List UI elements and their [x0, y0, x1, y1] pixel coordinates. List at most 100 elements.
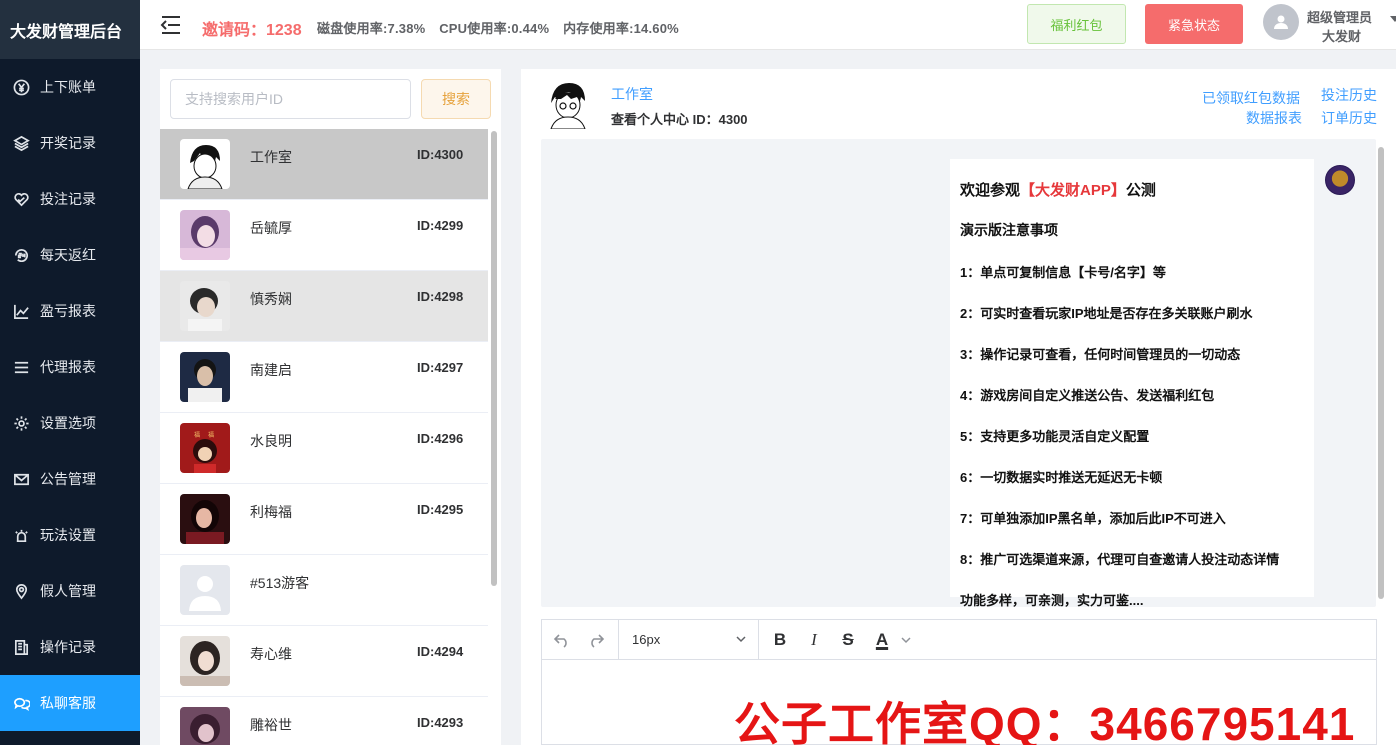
- sidebar-menu: 上下账单开奖记录投注记录每天返红 盈亏报表 代理报表 设置选项 公告管理 玩法设置假人管理…: [0, 59, 140, 731]
- sidebar-item-label: 开奖记录: [40, 135, 96, 151]
- user-row-id: ID:4295: [417, 502, 464, 517]
- line-chart-icon: [12, 302, 30, 320]
- emergency-status-button[interactable]: 紧急状态: [1145, 4, 1243, 44]
- user-row[interactable]: 岳毓厚 ID:4299: [160, 200, 488, 271]
- alarm-icon: [12, 526, 30, 544]
- user-avatar[interactable]: [1263, 4, 1299, 40]
- chevron-down-icon[interactable]: [735, 632, 747, 644]
- sidebar-item-label: 假人管理: [40, 583, 96, 599]
- user-row-id: ID:4296: [417, 431, 464, 446]
- brand-title: 大发财管理后台: [0, 0, 140, 59]
- user-row-name: 利梅福: [250, 504, 292, 520]
- user-icon: [1274, 15, 1288, 29]
- sidebar-item-4[interactable]: 盈亏报表: [0, 283, 140, 339]
- sidebar-item-8[interactable]: 玩法设置: [0, 507, 140, 563]
- message-line: 5：支持更多功能灵活自定义配置: [960, 429, 1150, 444]
- sidebar-item-label: 投注记录: [40, 191, 96, 207]
- user-row-id: ID:4297: [417, 360, 464, 375]
- 24h-icon: [12, 246, 30, 264]
- user-row[interactable]: 南建启 ID:4297: [160, 342, 488, 413]
- font-color-button[interactable]: A: [870, 628, 894, 652]
- search-input[interactable]: [170, 79, 411, 119]
- undo-icon[interactable]: [550, 628, 574, 652]
- memory-usage: 内存使用率:14.60%: [563, 21, 679, 36]
- user-row[interactable]: 慎秀娴 ID:4298: [160, 271, 488, 342]
- message-bubble[interactable]: 欢迎参观【大发财APP】公测 演示版注意事项 1：单点可复制信息【卡号/名字】等…: [950, 159, 1314, 608]
- data-report-link[interactable]: 数据报表: [1246, 108, 1302, 128]
- watermark-text: 公子工作室QQ：3466795141: [734, 698, 1356, 745]
- sidebar-item-label: 上下账单: [40, 79, 96, 95]
- user-row[interactable]: 利梅福 ID:4295: [160, 484, 488, 555]
- chat-user-name[interactable]: 工作室: [611, 84, 653, 104]
- menu-toggle-icon[interactable]: [160, 14, 182, 36]
- user-row[interactable]: 寿心维 ID:4294: [160, 626, 488, 697]
- user-row[interactable]: 福福 水良明 ID:4296: [160, 413, 488, 484]
- message-line: 4：游戏房间自定义推送公告、发送福利红包: [960, 388, 1215, 403]
- user-avatar-thumb: [180, 139, 230, 189]
- sidebar-item-11[interactable]: 私聊客服: [0, 675, 140, 731]
- welfare-redpacket-button[interactable]: 福利红包: [1027, 4, 1126, 44]
- message-line: 功能多样，可亲测，实力可鉴....: [960, 593, 1144, 608]
- sidebar-item-6[interactable]: 设置选项: [0, 395, 140, 451]
- message-area: 欢迎参观【大发财APP】公测 演示版注意事项 1：单点可复制信息【卡号/名字】等…: [541, 139, 1384, 608]
- invite-code: 邀请码：1238: [202, 22, 302, 39]
- italic-button[interactable]: I: [802, 628, 826, 652]
- message-scrollbar[interactable]: [1378, 147, 1384, 599]
- user-avatar-thumb: [180, 210, 230, 260]
- strikethrough-button[interactable]: S: [836, 628, 860, 652]
- chevron-down-icon[interactable]: [1390, 16, 1396, 22]
- user-row-name: 寿心维: [250, 646, 292, 662]
- user-row[interactable]: #513游客: [160, 555, 488, 626]
- svg-text:福: 福: [194, 431, 200, 439]
- location-icon: [12, 582, 30, 600]
- message-line: 7：可单独添加IP黑名单，添加后此IP不可进入: [960, 511, 1226, 526]
- user-role[interactable]: 超级管理员: [1307, 7, 1372, 26]
- user-row[interactable]: 雕裕世 ID:4293: [160, 697, 488, 745]
- message-line: 1：单点可复制信息【卡号/名字】等: [960, 265, 1166, 280]
- order-history-link[interactable]: 订单历史: [1321, 108, 1377, 128]
- sidebar-item-0[interactable]: 上下账单: [0, 59, 140, 115]
- layers-icon: [12, 134, 30, 152]
- cpu-usage: CPU使用率:0.44%: [439, 21, 550, 36]
- sidebar-item-5[interactable]: 代理报表: [0, 339, 140, 395]
- sidebar-item-10[interactable]: 操作记录: [0, 619, 140, 675]
- svg-text:福: 福: [208, 431, 214, 439]
- user-row-name: 工作室: [250, 149, 292, 165]
- bold-button[interactable]: B: [768, 628, 792, 652]
- user-row-name: #513游客: [250, 575, 310, 591]
- system-stats: 磁盘使用率:7.38% CPU使用率:0.44% 内存使用率:14.60%: [317, 18, 689, 37]
- user-row-id: ID:4298: [417, 289, 464, 304]
- bet-history-link[interactable]: 投注历史: [1321, 85, 1377, 105]
- yen-circle-icon: [12, 78, 30, 96]
- chevron-down-icon[interactable]: [894, 628, 918, 652]
- user-name[interactable]: 大发财: [1322, 26, 1361, 45]
- user-row[interactable]: 工作室 ID:4300: [160, 129, 488, 200]
- sidebar-item-9[interactable]: 假人管理: [0, 563, 140, 619]
- sidebar-item-7[interactable]: 公告管理: [0, 451, 140, 507]
- chat-user-profile-link[interactable]: 查看个人中心 ID：4300: [611, 109, 748, 128]
- user-avatar-thumb: [180, 494, 230, 544]
- message-heading: 演示版注意事项: [960, 222, 1058, 238]
- font-size-select[interactable]: 16px: [632, 632, 660, 647]
- user-row-name: 慎秀娴: [250, 291, 292, 307]
- sidebar: 大发财管理后台 上下账单开奖记录投注记录每天返红 盈亏报表 代理报表 设置选项 公告管理…: [0, 0, 140, 745]
- user-list: 工作室 ID:4300 岳毓厚 ID:4299 慎秀娴 ID:4298 南建启 ID:4297…: [160, 129, 488, 745]
- app-name-highlight: 【大发财APP】: [1020, 182, 1126, 199]
- redo-icon[interactable]: [584, 628, 608, 652]
- sidebar-item-2[interactable]: 投注记录: [0, 171, 140, 227]
- top-header: 邀请码：1238 磁盘使用率:7.38% CPU使用率:0.44% 内存使用率:…: [140, 0, 1396, 50]
- user-avatar-thumb: [180, 352, 230, 402]
- editor-toolbar: 16px B I S A: [542, 620, 1376, 660]
- sidebar-item-1[interactable]: 开奖记录: [0, 115, 140, 171]
- user-avatar-thumb: [180, 636, 230, 686]
- user-row-id: ID:4299: [417, 218, 464, 233]
- message-editor: 16px B I S A 公子工作室QQ：3466795141: [541, 619, 1377, 745]
- sidebar-item-3[interactable]: 每天返红: [0, 227, 140, 283]
- heart-icon: [12, 190, 30, 208]
- message-title: 欢迎参观【大发财APP】公测: [960, 182, 1156, 199]
- gear-icon: [12, 414, 30, 432]
- search-button[interactable]: 搜索: [421, 79, 491, 119]
- redpacket-data-link[interactable]: 已领取红包数据: [1202, 88, 1300, 108]
- user-list-scrollbar[interactable]: [491, 131, 497, 586]
- list-icon: [12, 358, 30, 376]
